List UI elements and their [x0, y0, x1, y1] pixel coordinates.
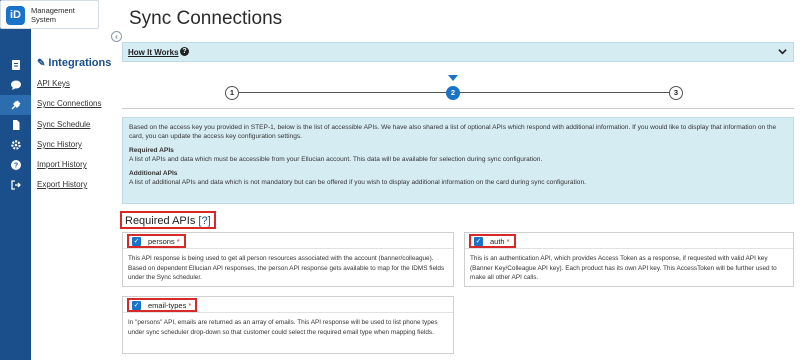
step-1[interactable]: 1: [225, 86, 239, 100]
info-required-heading: Required APIs: [129, 147, 174, 154]
help-icon[interactable]: ?: [180, 47, 189, 56]
required-star: *: [176, 236, 180, 246]
required-apis-title-text: Required APIs: [125, 215, 196, 227]
info-additional-text: A list of additional APIs and data which…: [129, 179, 586, 186]
info-additional-heading: Additional APIs: [129, 170, 178, 177]
api-card-email-types: ✓ email-types * In "persons" API, emails…: [122, 296, 454, 354]
info-required-text: A list of APIs and data which must be ac…: [129, 156, 543, 163]
required-apis-help[interactable]: [?]: [198, 215, 210, 227]
required-apis-title: Required APIs [?]: [120, 211, 216, 229]
sidebar-title-text: Integrations: [48, 57, 112, 69]
api-name: email-types: [148, 300, 187, 310]
logo-badge: iD: [6, 6, 25, 25]
help-icon[interactable]: ?: [0, 155, 31, 175]
chevron-down-icon[interactable]: [778, 47, 787, 58]
api-checkbox-email-types[interactable]: ✓ email-types *: [127, 298, 198, 312]
stepper: 1 2 3: [122, 62, 794, 110]
checkbox-icon[interactable]: ✓: [474, 236, 483, 246]
step-2[interactable]: 2: [446, 86, 460, 100]
logout-icon[interactable]: [0, 175, 31, 195]
page-title: Sync Connections: [129, 8, 283, 29]
checkbox-icon[interactable]: ✓: [132, 236, 141, 246]
checkbox-icon[interactable]: ✓: [132, 300, 141, 310]
sidebar-item-sync-history[interactable]: Sync History: [37, 140, 82, 149]
sidebar-item-import-history[interactable]: Import History: [37, 160, 87, 169]
plug-icon: ✎: [37, 58, 46, 69]
sidebar-item-api-keys[interactable]: API Keys: [37, 79, 70, 88]
logo-text: Management System: [31, 6, 75, 24]
api-checkbox-persons[interactable]: ✓ persons *: [127, 234, 186, 248]
sidebar-item-sync-connections[interactable]: Sync Connections: [37, 99, 101, 108]
sidebar-item-sync-schedule[interactable]: Sync Schedule: [37, 120, 90, 129]
file-icon[interactable]: [0, 115, 31, 135]
api-card-persons: ✓ persons * This API response is being u…: [122, 232, 454, 287]
logo-line-1: Management: [31, 6, 75, 15]
collapse-sidebar-button[interactable]: ‹: [111, 31, 122, 42]
api-description: This is an authentication API, which pro…: [470, 255, 777, 281]
card-header: ✓ persons *: [123, 233, 453, 249]
plug-icon[interactable]: [0, 95, 31, 115]
active-step-pointer: [448, 75, 458, 81]
stepper-divider: [122, 108, 794, 109]
app-logo[interactable]: iD Management System: [0, 0, 99, 29]
sidebar-title: ✎ Integrations: [37, 57, 111, 69]
sidebar-item-export-history[interactable]: Export History: [37, 180, 87, 189]
svg-text:?: ?: [13, 163, 17, 170]
api-name: auth: [490, 236, 505, 246]
api-name: persons: [148, 236, 175, 246]
required-star: *: [506, 236, 510, 246]
api-card-auth: ✓ auth * This is an authentication API, …: [464, 232, 794, 287]
how-it-works-label[interactable]: How It Works: [128, 48, 179, 57]
api-checkbox-auth[interactable]: ✓ auth *: [469, 234, 516, 248]
icon-rail: ?: [0, 0, 31, 360]
info-intro: Based on the access key you provided in …: [129, 124, 777, 140]
how-it-works-accordion[interactable]: How It Works ?: [122, 42, 794, 62]
gear-icon[interactable]: [0, 135, 31, 155]
api-description: This API response is being used to get a…: [128, 255, 445, 281]
step-3[interactable]: 3: [669, 86, 683, 100]
info-panel: Based on the access key you provided in …: [122, 117, 794, 204]
chat-icon[interactable]: [0, 75, 31, 95]
logo-line-2: System: [31, 15, 57, 24]
required-star: *: [188, 300, 192, 310]
card-header: ✓ auth *: [465, 233, 793, 249]
document-icon[interactable]: [0, 55, 31, 75]
card-header: ✓ email-types *: [123, 297, 453, 313]
api-description: In "persons" API, emails are returned as…: [128, 319, 438, 336]
